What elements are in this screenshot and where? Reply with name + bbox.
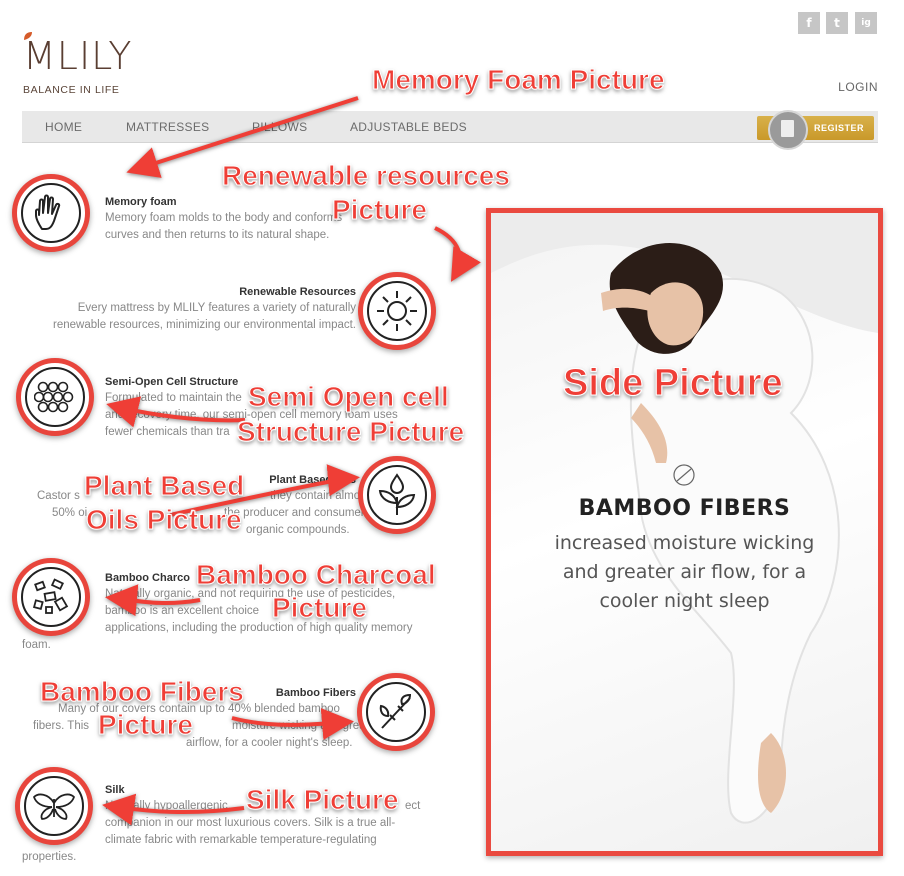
annotation-semi-open-line1: Semi Open cell: [248, 381, 450, 412]
arrow-silk: [102, 793, 245, 826]
annotation-plant-oils-line2: Oils Picture: [86, 504, 243, 535]
annotation-memory-foam: Memory Foam Picture: [372, 64, 666, 95]
arrow-bamboo-charcoal: [105, 584, 201, 617]
annotation-silk: Silk Picture: [246, 784, 400, 815]
annotation-renewable-line1: Renewable resources: [222, 160, 511, 191]
arrow-bamboo-fibers: [231, 708, 354, 740]
annotation-plant-oils-line1: Plant Based: [83, 470, 245, 501]
annotation-side-picture: Side Picture: [563, 362, 784, 404]
annotation-renewable-line2: Picture: [332, 194, 428, 225]
arrow-renewable: [434, 226, 481, 282]
annotation-semi-open-line2: Structure Picture: [236, 416, 465, 447]
arrow-semi-open: [106, 396, 246, 428]
annotation-bamboo-charcoal-line2: Picture: [272, 592, 368, 623]
annotation-bamboo-fibers-line2: Picture: [98, 709, 194, 740]
annotation-bamboo-fibers-line1: Bamboo Fibers: [40, 676, 245, 707]
annotation-bamboo-charcoal-line1: Bamboo Charcoal: [196, 559, 437, 590]
